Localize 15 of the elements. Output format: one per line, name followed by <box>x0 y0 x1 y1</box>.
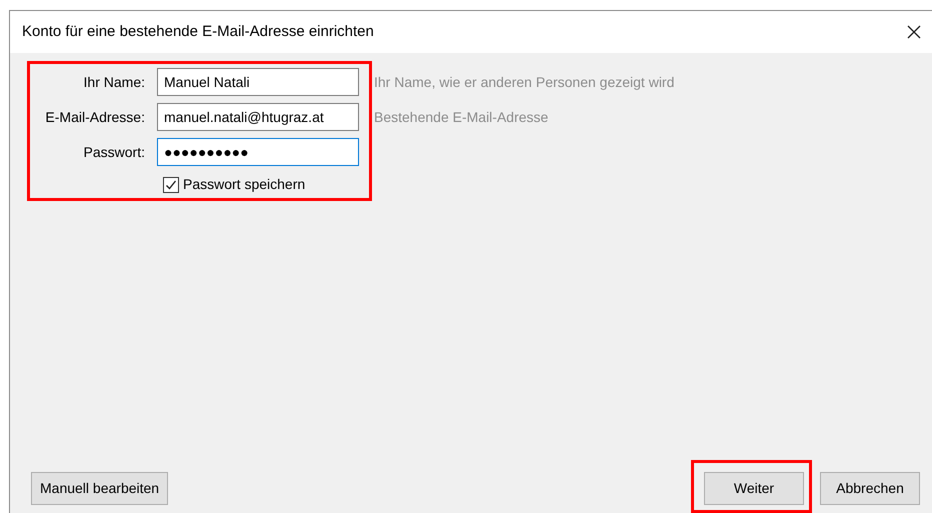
input-field[interactable]: Manuel Natali <box>157 68 359 96</box>
field-label: Ihr Name: <box>82 72 145 92</box>
input-field[interactable]: manuel.natali@htugraz.at <box>157 103 359 131</box>
dialog-button[interactable]: Abbrechen <box>820 472 920 505</box>
window-title: Konto für eine bestehende E-Mail-Adresse einrichten <box>22 22 374 42</box>
checkbox-label[interactable]: Passwort speichern <box>183 174 306 195</box>
dialog-button[interactable]: Weiter <box>704 472 804 505</box>
field-hint: Bestehende E-Mail-Adresse <box>374 108 548 126</box>
input-field[interactable]: ●●●●●●●●●● <box>157 138 359 166</box>
field-label: E-Mail-Adresse: <box>44 108 145 126</box>
checkbox[interactable] <box>163 176 179 192</box>
dialog-button[interactable]: Manuell bearbeiten <box>31 472 168 505</box>
field-label: Passwort: <box>82 142 145 162</box>
close-icon <box>907 25 921 39</box>
field-hint: Ihr Name, wie er anderen Personen gezeigt wird <box>374 72 674 92</box>
